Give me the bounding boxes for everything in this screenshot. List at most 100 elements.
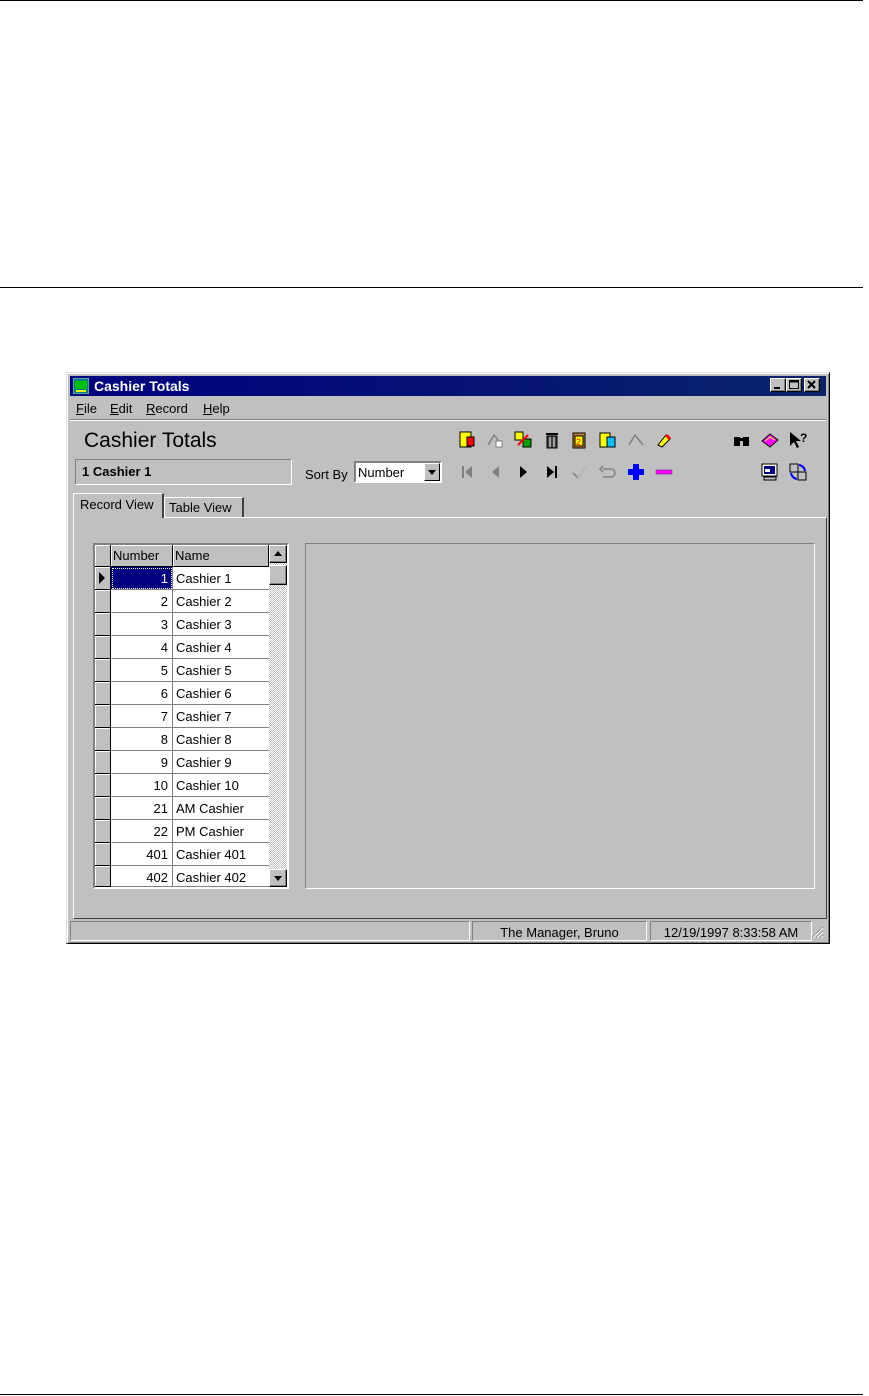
clipboard-button[interactable]: 2	[569, 429, 591, 451]
cell-name[interactable]: Cashier 10	[173, 774, 269, 797]
minimize-button[interactable]	[770, 378, 786, 392]
cell-number[interactable]: 401	[111, 843, 173, 866]
dropdown-button[interactable]	[424, 463, 440, 481]
screen-button[interactable]	[759, 461, 781, 483]
cell-number[interactable]: 8	[111, 728, 173, 751]
undo-button[interactable]	[597, 461, 619, 483]
cell-number[interactable]: 21	[111, 797, 173, 820]
cell-name[interactable]: Cashier 3	[173, 613, 269, 636]
cell-number[interactable]: 10	[111, 774, 173, 797]
close-button[interactable]	[804, 378, 820, 392]
row-selector[interactable]	[95, 590, 111, 613]
row-selector[interactable]	[95, 843, 111, 866]
column-header-number[interactable]: Number	[111, 545, 173, 567]
menu-edit[interactable]: Edit	[110, 401, 132, 416]
table-row[interactable]: 21 AM Cashier	[95, 797, 269, 820]
table-row[interactable]: 402 Cashier 402	[95, 866, 269, 887]
cell-name[interactable]: Cashier 402	[173, 866, 269, 887]
cell-name[interactable]: AM Cashier	[173, 797, 269, 820]
paste-record-button[interactable]	[597, 429, 619, 451]
row-selector[interactable]	[95, 728, 111, 751]
cell-number[interactable]: 9	[111, 751, 173, 774]
title-bar[interactable]: Cashier Totals	[70, 376, 826, 396]
cell-number[interactable]: 4	[111, 636, 173, 659]
cell-name[interactable]: Cashier 2	[173, 590, 269, 613]
menu-file[interactable]: File	[76, 401, 97, 416]
row-selector[interactable]	[95, 820, 111, 843]
grid-scrollbar[interactable]	[269, 545, 287, 887]
clear-button[interactable]	[625, 429, 647, 451]
cell-name[interactable]: PM Cashier	[173, 820, 269, 843]
cell-number[interactable]: 22	[111, 820, 173, 843]
table-row[interactable]: 3 Cashier 3	[95, 613, 269, 636]
table-row[interactable]: 10 Cashier 10	[95, 774, 269, 797]
cell-name[interactable]: Cashier 8	[173, 728, 269, 751]
scroll-thumb[interactable]	[269, 565, 287, 585]
row-selector[interactable]	[95, 682, 111, 705]
previous-record-button[interactable]	[484, 461, 506, 483]
column-header-name[interactable]: Name	[173, 545, 269, 567]
row-selector[interactable]	[95, 636, 111, 659]
tab-record-view[interactable]: Record View	[73, 493, 164, 518]
eraser-button[interactable]	[653, 429, 675, 451]
row-selector[interactable]	[95, 751, 111, 774]
tab-table-view[interactable]: Table View	[164, 497, 244, 518]
confirm-button[interactable]	[569, 461, 591, 483]
link-record-button[interactable]	[512, 429, 534, 451]
table-row[interactable]: 9 Cashier 9	[95, 751, 269, 774]
cell-name[interactable]: Cashier 5	[173, 659, 269, 682]
row-selector[interactable]	[95, 866, 111, 887]
find-button[interactable]	[731, 429, 753, 451]
undo-icon	[598, 465, 616, 478]
maximize-button[interactable]	[786, 378, 802, 392]
row-selector[interactable]	[95, 797, 111, 820]
table-row[interactable]: 7 Cashier 7	[95, 705, 269, 728]
cell-name[interactable]: Cashier 4	[173, 636, 269, 659]
cell-number[interactable]: 7	[111, 705, 173, 728]
menu-help[interactable]: Help	[203, 401, 230, 416]
sort-by-select[interactable]: Number	[354, 461, 442, 483]
row-selector[interactable]	[95, 567, 111, 590]
cell-name[interactable]: Cashier 1	[173, 567, 269, 590]
cell-number[interactable]: 3	[111, 613, 173, 636]
cell-name[interactable]: Cashier 9	[173, 751, 269, 774]
cell-name[interactable]: Cashier 401	[173, 843, 269, 866]
trash-button[interactable]	[541, 429, 563, 451]
context-help-button[interactable]: ?	[787, 429, 809, 451]
row-selector[interactable]	[95, 705, 111, 728]
new-record-button[interactable]	[456, 429, 478, 451]
row-selector[interactable]	[95, 613, 111, 636]
table-row[interactable]: 2 Cashier 2	[95, 590, 269, 613]
copy-record-button[interactable]	[484, 429, 506, 451]
cell-number[interactable]: 6	[111, 682, 173, 705]
cell-number[interactable]: 5	[111, 659, 173, 682]
book-button[interactable]	[759, 429, 781, 451]
current-row-pointer-icon	[99, 572, 105, 584]
delete-record-button[interactable]	[653, 461, 675, 483]
table-row[interactable]: 5 Cashier 5	[95, 659, 269, 682]
cell-name[interactable]: Cashier 7	[173, 705, 269, 728]
table-row[interactable]: 401 Cashier 401	[95, 843, 269, 866]
table-row[interactable]: 8 Cashier 8	[95, 728, 269, 751]
refresh-button[interactable]	[787, 461, 809, 483]
last-record-button[interactable]	[541, 461, 563, 483]
first-record-button[interactable]	[456, 461, 478, 483]
row-selector[interactable]	[95, 659, 111, 682]
table-row[interactable]: 1 Cashier 1	[95, 567, 269, 590]
app-icon[interactable]	[72, 377, 90, 395]
table-row[interactable]: 4 Cashier 4	[95, 636, 269, 659]
cell-number[interactable]: 2	[111, 590, 173, 613]
menu-record[interactable]: Record	[146, 401, 188, 416]
resize-grip-icon[interactable]	[810, 925, 824, 939]
scroll-up-button[interactable]	[269, 545, 287, 563]
scroll-down-button[interactable]	[269, 869, 287, 887]
record-list-grid[interactable]: Number Name 1 Cashier 1 2 Cashier 2 3 Ca…	[93, 543, 289, 889]
table-row[interactable]: 22 PM Cashier	[95, 820, 269, 843]
next-record-button[interactable]	[512, 461, 534, 483]
add-record-button[interactable]	[625, 461, 647, 483]
row-selector[interactable]	[95, 774, 111, 797]
cell-number[interactable]: 402	[111, 866, 173, 887]
table-row[interactable]: 6 Cashier 6	[95, 682, 269, 705]
cell-number[interactable]: 1	[111, 567, 173, 590]
cell-name[interactable]: Cashier 6	[173, 682, 269, 705]
